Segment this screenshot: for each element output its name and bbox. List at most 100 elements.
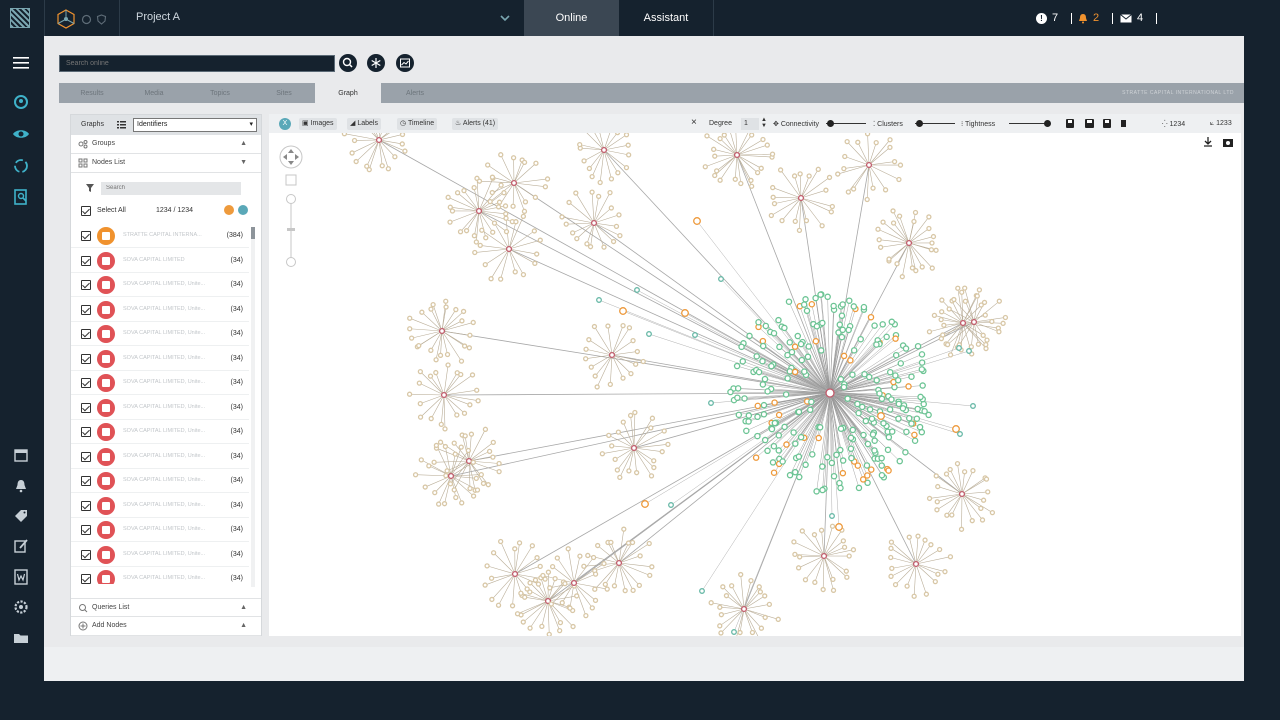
row-checkbox[interactable]: [81, 304, 91, 315]
degree-input[interactable]: 1: [741, 118, 759, 130]
node-search-input[interactable]: [101, 182, 241, 195]
labels-toggle[interactable]: ◢ Labels: [347, 118, 381, 130]
teal-filter-icon[interactable]: [238, 205, 248, 215]
tab-media[interactable]: Media: [129, 83, 179, 103]
eye-icon[interactable]: [12, 125, 30, 143]
list-item[interactable]: SOVA CAPITAL LIMITED, Unite... (34): [71, 273, 249, 297]
folder-icon[interactable]: [12, 629, 30, 647]
settings-shield-icon[interactable]: [81, 14, 92, 25]
select-all-checkbox[interactable]: [81, 206, 91, 216]
list-item[interactable]: SOVA CAPITAL LIMITED, Unite... (34): [71, 371, 249, 395]
clusters-knob[interactable]: [916, 120, 923, 127]
row-checkbox[interactable]: [81, 476, 91, 486]
tab-assistant[interactable]: Assistant: [619, 0, 713, 36]
chevron-down-icon[interactable]: [498, 11, 512, 25]
chevron-down-icon[interactable]: ▼: [240, 159, 247, 166]
list-item[interactable]: SOVA CAPITAL LIMITED, Unite... (34): [71, 567, 249, 584]
list-item[interactable]: SOVA CAPITAL LIMITED, Unite... (34): [71, 518, 249, 542]
tab-results[interactable]: Results: [67, 83, 117, 103]
cube-network-icon[interactable]: [55, 8, 77, 30]
chevron-up-icon[interactable]: ▲: [240, 140, 247, 147]
list-item[interactable]: SOVA CAPITAL LIMITED, Unite... (34): [71, 494, 249, 518]
snowflake-button[interactable]: [367, 54, 385, 72]
list-item[interactable]: SOVA CAPITAL LIMITED, Unite... (34): [71, 396, 249, 420]
tightness-knob[interactable]: [1044, 120, 1051, 127]
row-checkbox[interactable]: [81, 500, 91, 511]
row-checkbox[interactable]: [81, 231, 91, 241]
scrollbar-track[interactable]: [251, 227, 255, 587]
close-filter-icon[interactable]: X: [279, 118, 291, 130]
row-checkbox[interactable]: [81, 280, 91, 290]
export-controls[interactable]: [1204, 137, 1234, 148]
row-checkbox[interactable]: [81, 549, 91, 560]
row-checkbox[interactable]: [81, 255, 91, 266]
chevron-up-icon[interactable]: ▲: [240, 622, 247, 629]
leaf-node: [931, 312, 938, 318]
refresh-icon[interactable]: [12, 157, 30, 175]
graph-canvas[interactable]: [269, 133, 1241, 636]
row-checkbox[interactable]: [81, 525, 91, 535]
gear-icon[interactable]: [12, 598, 30, 616]
tab-alerts[interactable]: Alerts: [387, 83, 443, 103]
add-nodes-section[interactable]: Add Nodes ▲: [71, 617, 261, 636]
list-item[interactable]: SOVA CAPITAL LIMITED, Unite... (34): [71, 469, 249, 493]
row-checkbox[interactable]: [81, 353, 91, 364]
images-toggle[interactable]: ▣ Images: [299, 118, 337, 130]
list-item[interactable]: SOVA CAPITAL LIMITED, Unite... (34): [71, 347, 249, 371]
tab-sites[interactable]: Sites: [259, 83, 309, 103]
tab-graph[interactable]: Graph: [315, 83, 381, 103]
tab-online[interactable]: Online: [524, 0, 619, 36]
bell-icon[interactable]: [12, 477, 30, 495]
calendar-icon[interactable]: [12, 446, 30, 464]
word-doc-icon[interactable]: [12, 568, 30, 586]
save-icons[interactable]: [1066, 118, 1126, 129]
message-status[interactable]: 4: [1120, 12, 1158, 24]
menu-icon[interactable]: [12, 54, 30, 72]
scrollbar-thumb[interactable]: [251, 227, 255, 239]
connectivity-knob[interactable]: [827, 120, 834, 127]
row-checkbox[interactable]: [81, 574, 91, 584]
search-button[interactable]: [339, 54, 357, 72]
list-item[interactable]: SOVA CAPITAL LIMITED, Unite... (34): [71, 543, 249, 567]
edit-icon[interactable]: [12, 537, 30, 555]
alert-status[interactable]: 2: [1078, 12, 1114, 24]
filter-icon[interactable]: [86, 184, 94, 192]
row-checkbox[interactable]: [81, 427, 91, 437]
tab-topics[interactable]: Topics: [195, 83, 245, 103]
search-doc-icon[interactable]: [12, 188, 30, 206]
tag-icon[interactable]: [12, 507, 30, 525]
row-checkbox[interactable]: [81, 329, 91, 339]
orange-filter-icon[interactable]: [224, 205, 234, 215]
list-item[interactable]: SOVA CAPITAL LIMITED (34): [71, 249, 249, 273]
list-item[interactable]: SOVA CAPITAL LIMITED, Unite... (34): [71, 298, 249, 322]
project-name[interactable]: Project A: [136, 11, 180, 23]
list-item[interactable]: SOVA CAPITAL LIMITED, Unite... (34): [71, 445, 249, 469]
list-item[interactable]: SOVA CAPITAL LIMITED, Unite... (34): [71, 322, 249, 346]
search-input[interactable]: [59, 55, 335, 72]
graphs-label[interactable]: Graphs: [81, 121, 104, 128]
list-icon[interactable]: [117, 121, 126, 129]
navigation-controls[interactable]: [277, 143, 305, 273]
list-item[interactable]: SOVA CAPITAL LIMITED, Unite... (34): [71, 420, 249, 444]
queries-list-section[interactable]: Queries List ▲: [71, 598, 261, 617]
shield-icon[interactable]: [96, 13, 107, 25]
timeline-toggle[interactable]: ◷ Timeline: [397, 118, 438, 130]
row-checkbox[interactable]: [81, 451, 91, 462]
user-icon[interactable]: [12, 93, 30, 111]
chevron-up-icon[interactable]: ▲: [240, 604, 247, 611]
row-checkbox[interactable]: [81, 378, 91, 388]
alerts-toggle[interactable]: ♨ Alerts (41): [452, 118, 499, 130]
list-item[interactable]: STRATTE CAPITAL INTERNA... (384): [71, 224, 249, 248]
close-icon[interactable]: ×: [691, 117, 697, 128]
network-graph[interactable]: [269, 133, 1241, 636]
info-status[interactable]: ! 7: [1036, 12, 1073, 24]
row-checkbox[interactable]: [81, 402, 91, 413]
groups-section[interactable]: Groups ▲: [71, 135, 261, 154]
chart-button[interactable]: [396, 54, 414, 72]
tightness-slider[interactable]: [1009, 123, 1047, 124]
nodes-list-section[interactable]: Nodes List ▼: [71, 154, 261, 173]
app-logo-icon[interactable]: [10, 8, 30, 28]
identifier-select[interactable]: Identifiers ▾: [133, 118, 257, 132]
leaf-node: [882, 187, 889, 193]
stepper-icon[interactable]: ▲ ▼: [761, 117, 767, 129]
